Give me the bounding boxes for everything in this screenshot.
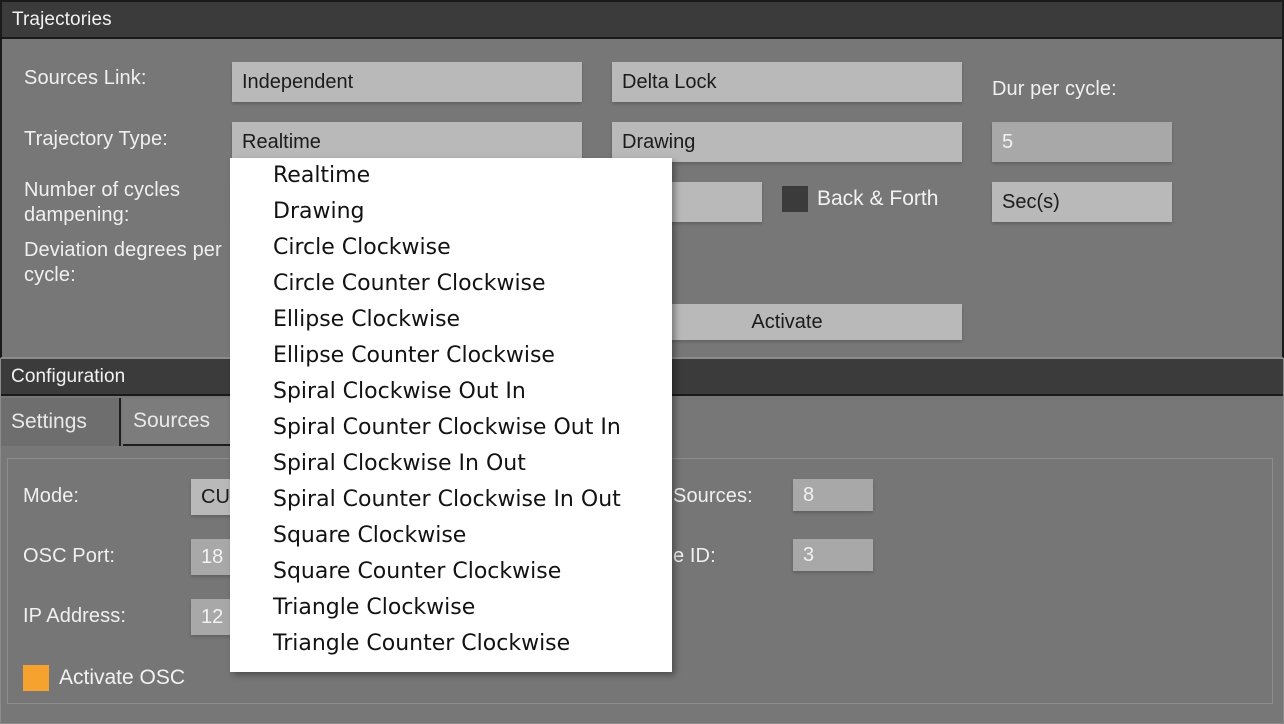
device-id-label: e ID: (673, 544, 716, 569)
dropdown-option[interactable]: Spiral Counter Clockwise Out In (230, 410, 672, 446)
deviation-input[interactable] (667, 182, 762, 222)
back-and-forth-label: Back & Forth (817, 187, 938, 211)
device-id-input[interactable]: 3 (793, 539, 873, 571)
dropdown-option[interactable]: Square Clockwise (230, 518, 672, 554)
dur-unit-select[interactable]: Sec(s) (992, 182, 1172, 222)
trajectories-title-text: Trajectories (12, 9, 112, 31)
mode-label: Mode: (23, 484, 79, 509)
ip-address-label: IP Address: (23, 604, 126, 629)
trajectory-type-label: Trajectory Type: (24, 127, 168, 152)
dropdown-option[interactable]: Ellipse Counter Clockwise (230, 338, 672, 374)
dropdown-option-list: RealtimeDrawingCircle ClockwiseCircle Co… (230, 158, 672, 662)
sources-count-input[interactable]: 8 (793, 479, 873, 511)
osc-port-label: OSC Port: (23, 544, 115, 569)
application-window: Trajectories Sources Link: Independent D… (0, 0, 1284, 724)
activate-osc-checkbox[interactable] (23, 665, 49, 691)
dropdown-option[interactable]: Drawing (230, 194, 672, 230)
dropdown-option[interactable]: Spiral Counter Clockwise In Out (230, 482, 672, 518)
sources-link-label: Sources Link: (24, 66, 146, 91)
activate-osc-label: Activate OSC (59, 666, 185, 690)
dropdown-option[interactable]: Square Counter Clockwise (230, 554, 672, 590)
dropdown-option[interactable]: Triangle Clockwise (230, 590, 672, 626)
back-and-forth-checkbox[interactable] (782, 186, 808, 212)
trajectories-title-bar: Trajectories (2, 2, 1282, 39)
tab-settings[interactable]: Settings (1, 398, 121, 446)
dropdown-option[interactable]: Ellipse Clockwise (230, 302, 672, 338)
dropdown-option[interactable]: Circle Counter Clockwise (230, 266, 672, 302)
dropdown-option[interactable]: Circle Clockwise (230, 230, 672, 266)
dur-per-cycle-input[interactable]: 5 (992, 122, 1172, 162)
sources-link-select[interactable]: Independent (232, 62, 582, 102)
dur-per-cycle-label: Dur per cycle: (992, 77, 1117, 102)
dropdown-option[interactable]: Spiral Clockwise In Out (230, 446, 672, 482)
cycles-dampening-label: Number of cycles dampening: (24, 178, 224, 228)
configuration-title-text: Configuration (11, 366, 125, 388)
drawing-select[interactable]: Drawing (612, 122, 962, 162)
dropdown-option[interactable]: Triangle Counter Clockwise (230, 626, 672, 662)
dropdown-option[interactable]: Spiral Clockwise Out In (230, 374, 672, 410)
delta-lock-select[interactable]: Delta Lock (612, 62, 962, 102)
dropdown-option[interactable]: Realtime (230, 158, 672, 194)
sources-count-label: Sources: (673, 484, 753, 509)
deviation-degrees-label: Deviation degrees per cycle: (24, 238, 234, 288)
trajectory-type-dropdown-menu[interactable]: RealtimeDrawingCircle ClockwiseCircle Co… (230, 158, 672, 672)
trajectory-type-select[interactable]: Realtime (232, 122, 582, 162)
